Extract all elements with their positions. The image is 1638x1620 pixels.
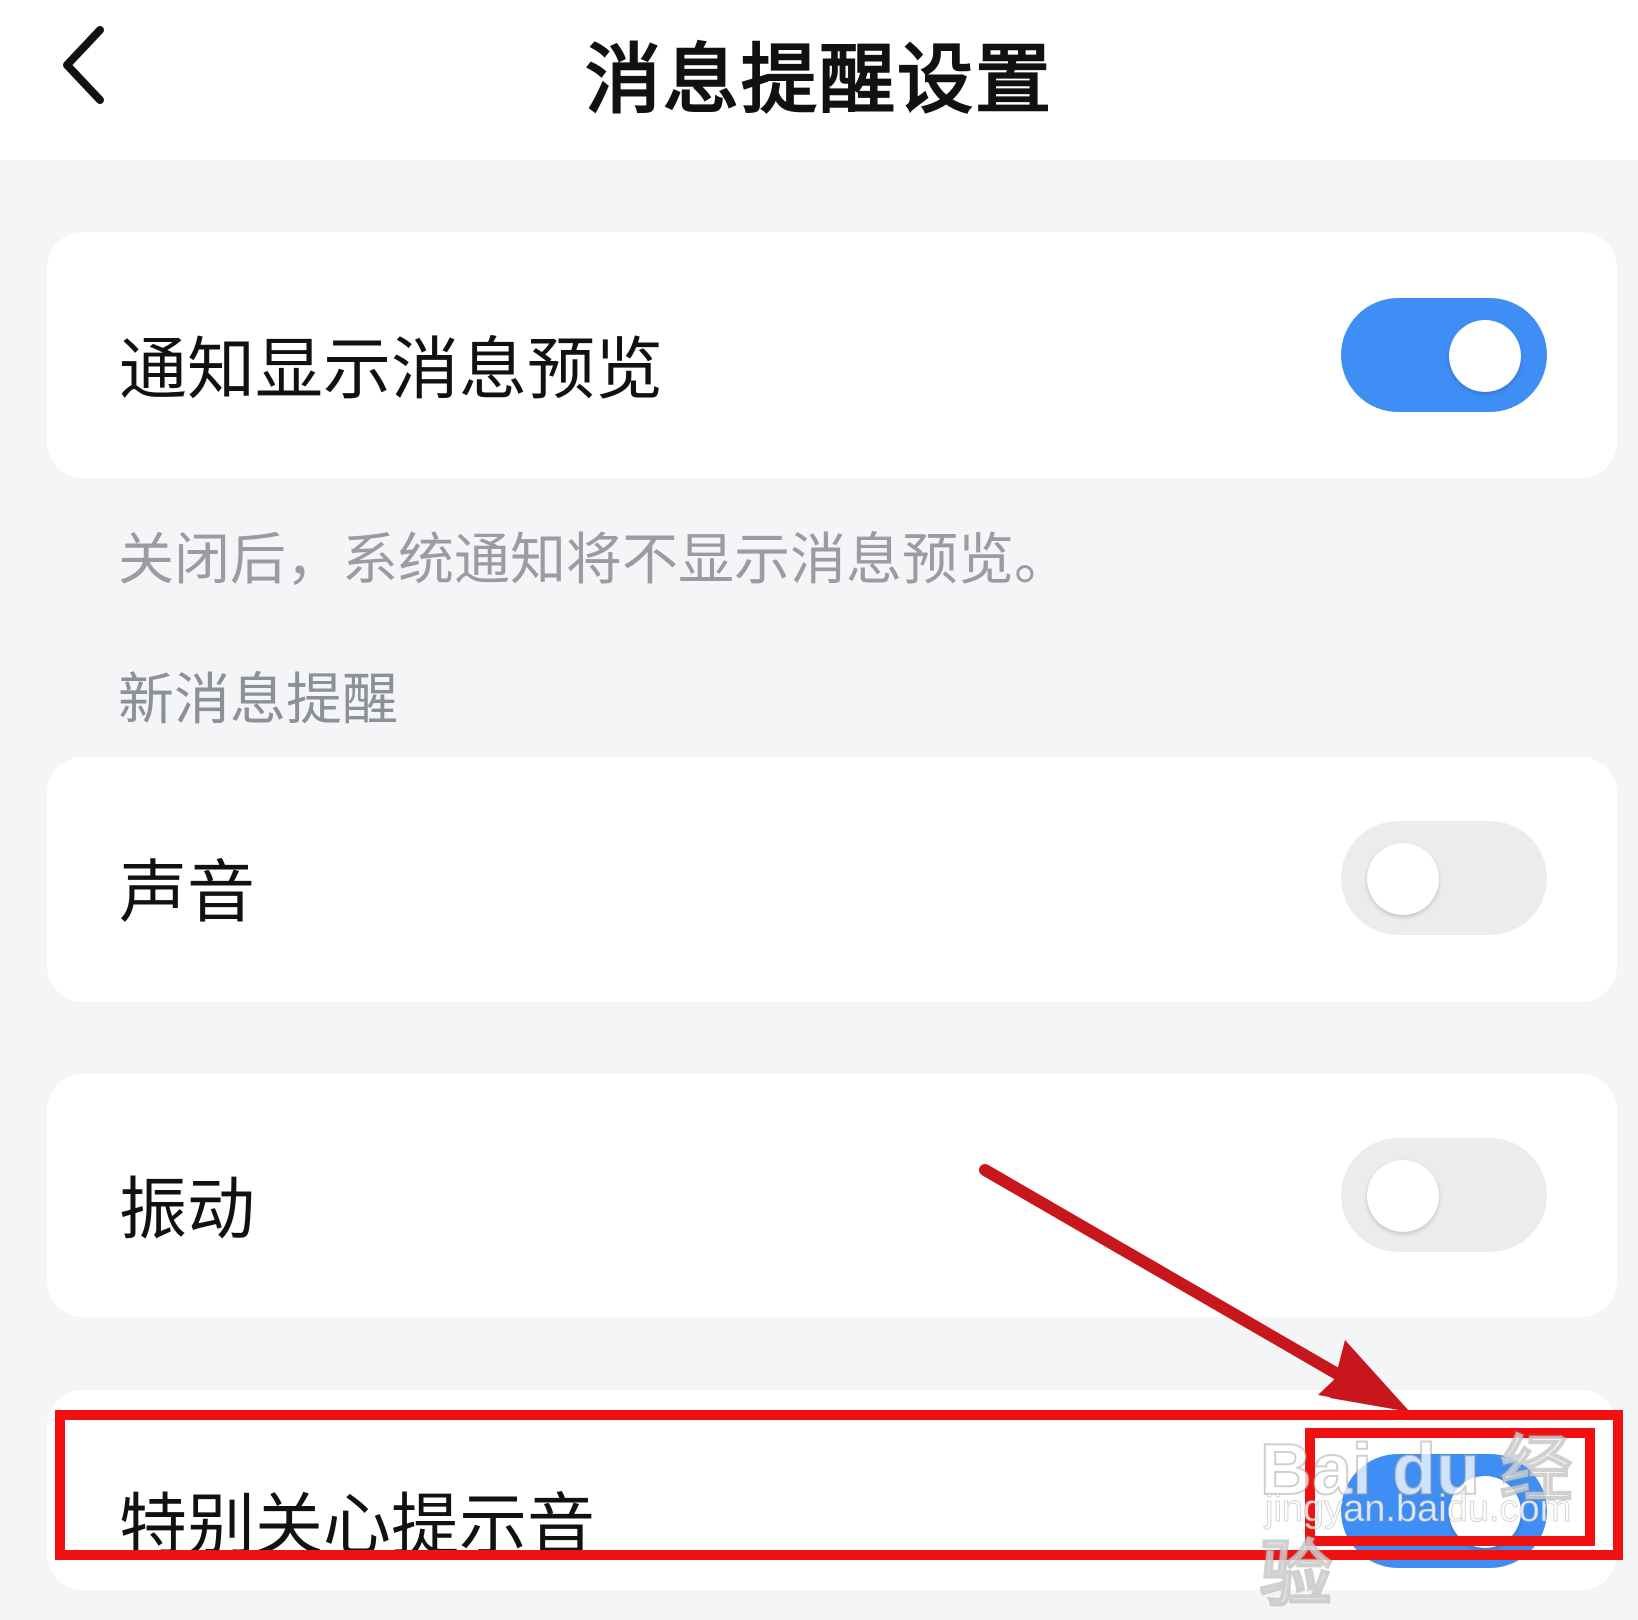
annotation-arrow (979, 1164, 1410, 1412)
watermark-url: jingyan.baidu.com (1264, 1488, 1572, 1531)
watermark-logo: Bai du 经验 jingyan.baidu.com (1250, 1400, 1610, 1616)
